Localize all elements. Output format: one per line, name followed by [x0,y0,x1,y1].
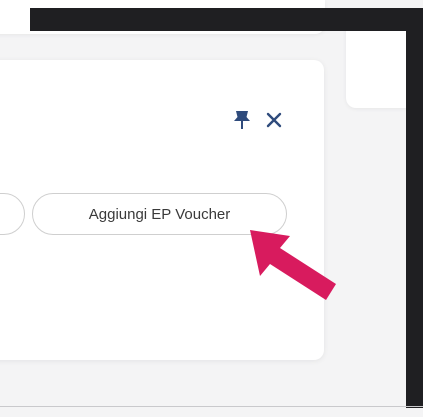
bottom-divider [0,406,423,407]
window-frame-right [406,8,423,408]
annotation-arrow [250,230,336,300]
window-frame-top [30,8,423,31]
panel-actions [230,106,300,134]
pin-icon[interactable] [230,108,254,132]
close-icon[interactable] [262,108,286,132]
side-card [346,24,406,108]
